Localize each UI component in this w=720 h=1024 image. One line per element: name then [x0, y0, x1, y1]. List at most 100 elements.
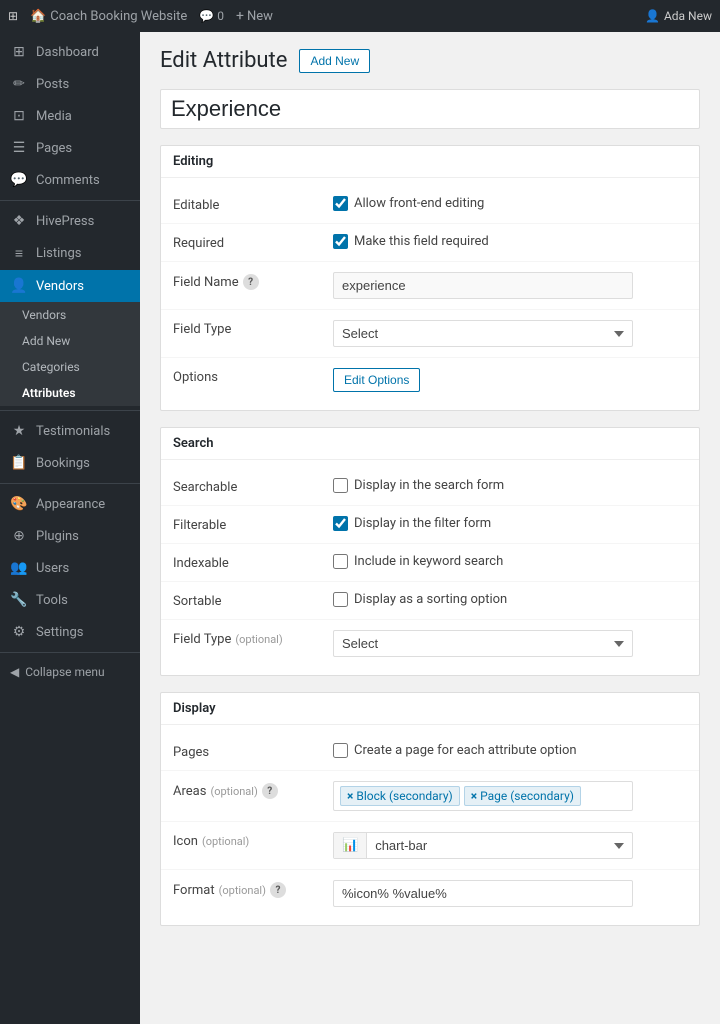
- sidebar-item-add-new[interactable]: Add New: [0, 328, 140, 354]
- sidebar-item-bookings[interactable]: 📋 Bookings: [0, 447, 140, 479]
- sidebar-item-posts[interactable]: ✏ Posts: [0, 68, 140, 100]
- wp-logo-button[interactable]: ⊞: [8, 9, 18, 23]
- required-checkbox-label[interactable]: Make this field required: [333, 234, 687, 249]
- field-type-search-select[interactable]: Select Text Number Date: [333, 630, 633, 657]
- sidebar-item-hivepress[interactable]: ❖ HivePress: [0, 205, 140, 237]
- sidebar-item-listings[interactable]: ≡ Listings: [0, 237, 140, 270]
- required-label-text: Required: [173, 236, 224, 251]
- tag-block-secondary: × Block (secondary): [340, 786, 460, 806]
- editable-checkbox[interactable]: [333, 196, 348, 211]
- wp-logo-icon: ⊞: [8, 9, 18, 23]
- sidebar-item-users[interactable]: 👥 Users: [0, 552, 140, 584]
- field-type-search-row: Field Type (optional) Select Text Number…: [161, 620, 699, 667]
- sidebar-item-plugins[interactable]: ⊕ Plugins: [0, 520, 140, 552]
- field-type-search-control: Select Text Number Date: [333, 630, 687, 657]
- field-name-input[interactable]: [333, 272, 633, 299]
- pages-icon: ☰: [10, 140, 28, 156]
- indexable-checkbox[interactable]: [333, 554, 348, 569]
- sidebar-item-categories[interactable]: Categories: [0, 354, 140, 380]
- indexable-checkbox-text: Include in keyword search: [354, 554, 503, 569]
- icon-label-text: Icon: [173, 834, 198, 849]
- user-name: Ada New: [664, 9, 712, 23]
- areas-help-icon[interactable]: ?: [262, 783, 278, 799]
- sortable-row: Sortable Display as a sorting option: [161, 582, 699, 620]
- search-section-title: Search: [161, 428, 699, 460]
- indexable-control: Include in keyword search: [333, 554, 687, 569]
- editable-checkbox-label[interactable]: Allow front-end editing: [333, 196, 687, 211]
- icon-row: Icon (optional) 📊 chart-bar star heart c…: [161, 822, 699, 870]
- icon-select[interactable]: chart-bar star heart check: [367, 833, 632, 858]
- collapse-label: Collapse menu: [25, 665, 104, 679]
- pages-label-text: Pages: [173, 745, 209, 760]
- pages-checkbox[interactable]: [333, 743, 348, 758]
- sidebar-item-label: Appearance: [36, 497, 105, 512]
- options-label-text: Options: [173, 370, 218, 385]
- collapse-menu-button[interactable]: ◀ Collapse menu: [0, 657, 140, 687]
- sidebar-item-label: Tools: [36, 593, 68, 608]
- pages-control: Create a page for each attribute option: [333, 743, 687, 758]
- edit-options-button[interactable]: Edit Options: [333, 368, 420, 392]
- search-section-body: Searchable Display in the search form Fi…: [161, 460, 699, 675]
- filterable-label-text: Filterable: [173, 518, 226, 533]
- sidebar-item-vendors[interactable]: 👤 Vendors: [0, 270, 140, 302]
- icon-prefix: 📊: [334, 833, 367, 858]
- sidebar-item-pages[interactable]: ☰ Pages: [0, 132, 140, 164]
- format-input[interactable]: [333, 880, 633, 907]
- sidebar-item-comments[interactable]: 💬 Comments: [0, 164, 140, 196]
- display-section-title: Display: [161, 693, 699, 725]
- sidebar-item-settings[interactable]: ⚙ Settings: [0, 616, 140, 648]
- searchable-checkbox-label[interactable]: Display in the search form: [333, 478, 687, 493]
- admin-bar: ⊞ 🏠 Coach Booking Website 💬 0 + New 👤 Ad…: [0, 0, 720, 32]
- field-type-editing-control: Select Text Number Date Attachment: [333, 320, 687, 347]
- indexable-label-text: Indexable: [173, 556, 229, 571]
- filterable-checkbox[interactable]: [333, 516, 348, 531]
- new-label: New: [247, 9, 273, 24]
- sidebar-item-label: Vendors: [22, 308, 66, 322]
- sidebar-item-media[interactable]: ⊡ Media: [0, 100, 140, 132]
- required-checkbox[interactable]: [333, 234, 348, 249]
- site-name: Coach Booking Website: [50, 9, 187, 24]
- vendors-icon: 👤: [10, 278, 28, 294]
- format-help-icon[interactable]: ?: [270, 882, 286, 898]
- sidebar-item-attributes[interactable]: Attributes: [0, 380, 140, 406]
- site-name-link[interactable]: 🏠 Coach Booking Website: [30, 9, 187, 24]
- dashboard-icon: ⊞: [10, 44, 28, 60]
- sortable-control: Display as a sorting option: [333, 592, 687, 607]
- sidebar-item-testimonials[interactable]: ★ Testimonials: [0, 415, 140, 447]
- searchable-control: Display in the search form: [333, 478, 687, 493]
- indexable-checkbox-label[interactable]: Include in keyword search: [333, 554, 687, 569]
- options-row: Options Edit Options: [161, 358, 699, 402]
- filterable-checkbox-label[interactable]: Display in the filter form: [333, 516, 687, 531]
- pages-checkbox-label[interactable]: Create a page for each attribute option: [333, 743, 687, 758]
- attribute-name-input[interactable]: [160, 89, 700, 129]
- editable-checkbox-text: Allow front-end editing: [354, 196, 484, 211]
- searchable-label: Searchable: [173, 478, 333, 495]
- format-optional-text: (optional): [219, 884, 266, 897]
- sidebar-item-tools[interactable]: 🔧 Tools: [0, 584, 140, 616]
- options-control: Edit Options: [333, 368, 687, 392]
- user-name-label[interactable]: 👤 Ada New: [645, 9, 712, 23]
- sidebar-item-appearance[interactable]: 🎨 Appearance: [0, 488, 140, 520]
- comments-bubble[interactable]: 💬 0: [199, 9, 224, 23]
- sortable-checkbox[interactable]: [333, 592, 348, 607]
- field-type-editing-select[interactable]: Select Text Number Date Attachment: [333, 320, 633, 347]
- sidebar-item-label: Media: [36, 109, 72, 124]
- new-content-button[interactable]: + New: [236, 8, 273, 24]
- icon-label: Icon (optional): [173, 832, 333, 849]
- field-type-editing-row: Field Type Select Text Number Date Attac…: [161, 310, 699, 358]
- tag-remove-page[interactable]: ×: [471, 789, 477, 803]
- field-name-help-icon[interactable]: ?: [243, 274, 259, 290]
- add-new-button[interactable]: Add New: [299, 49, 370, 73]
- editable-label: Editable: [173, 196, 333, 213]
- sortable-label: Sortable: [173, 592, 333, 609]
- menu-divider-1: [0, 200, 140, 201]
- tag-remove-block[interactable]: ×: [347, 789, 353, 803]
- comments-icon: 💬: [10, 172, 28, 188]
- bookings-icon: 📋: [10, 455, 28, 471]
- areas-control: × Block (secondary) × Page (secondary): [333, 781, 687, 811]
- areas-tag-area[interactable]: × Block (secondary) × Page (secondary): [333, 781, 633, 811]
- searchable-checkbox[interactable]: [333, 478, 348, 493]
- sortable-checkbox-label[interactable]: Display as a sorting option: [333, 592, 687, 607]
- sidebar-item-vendors-sub[interactable]: Vendors: [0, 302, 140, 328]
- sidebar-item-dashboard[interactable]: ⊞ Dashboard: [0, 36, 140, 68]
